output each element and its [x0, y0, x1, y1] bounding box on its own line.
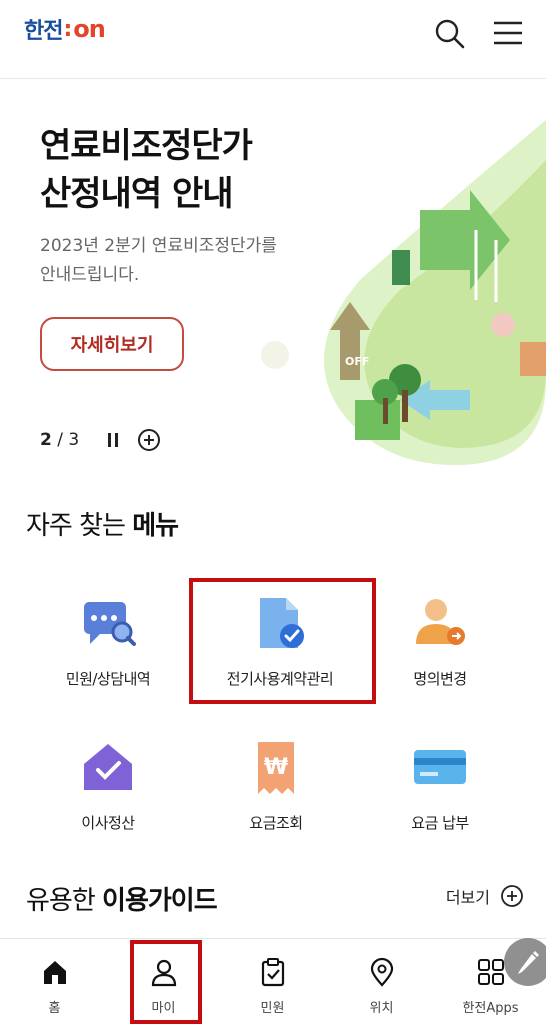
pause-icon[interactable]	[103, 430, 123, 450]
banner-desc-line2: 안내드립니다.	[40, 265, 140, 285]
banner-description: 2023년 2분기 연료비조정단가를 안내드립니다.	[40, 232, 320, 290]
illustration-off-text: OFF	[345, 355, 370, 368]
pencil-icon	[518, 951, 539, 974]
pager-separator: /	[51, 430, 69, 450]
banner-title-line2: 산정내역 안내	[40, 174, 234, 214]
menu-item-move-settlement[interactable]: 이사정산	[18, 738, 198, 858]
menu-label-bill-payment: 요금 납부	[411, 814, 469, 832]
home-icon	[44, 961, 66, 984]
guide-title-normal: 유용한	[26, 886, 103, 916]
menu-label-move-settlement: 이사정산	[81, 814, 135, 832]
frequent-menu-title-bold: 메뉴	[132, 511, 179, 541]
highlight-tab-my	[130, 940, 202, 1024]
menu-item-bill-inquiry[interactable]: ₩ 요금조회	[186, 738, 366, 858]
more-label: 더보기	[445, 888, 490, 907]
frequent-menu-title-normal: 자주 찾는	[26, 511, 133, 541]
highlight-contract-management	[189, 578, 376, 704]
person-change-icon	[416, 599, 465, 645]
location-pin-icon	[370, 957, 394, 987]
menu-item-bill-payment[interactable]: 요금 납부	[350, 738, 530, 858]
tab-label-location: 위치	[369, 1001, 394, 1016]
banner-desc-line1: 2023년 2분기 연료비조정단가를	[40, 236, 277, 256]
kepco-on-logo[interactable]: 한전 : on	[24, 12, 106, 46]
menu-item-complaint-history[interactable]: 민원/상담내역	[18, 594, 198, 714]
credit-card-icon	[414, 750, 466, 784]
logo-colon: :	[63, 16, 73, 42]
bottom-tab-bar: 홈 마이 민원 위치 한전Apps	[0, 938, 546, 1025]
guide-title: 유용한 이용가이드	[26, 880, 218, 917]
tab-label-complaint: 민원	[260, 1001, 285, 1016]
app-header: 한전 : on	[0, 0, 546, 79]
logo-on-text: on	[73, 15, 106, 43]
floating-edit-button[interactable]	[504, 938, 546, 986]
apps-grid-icon	[478, 959, 504, 985]
promo-banner[interactable]: 연료비조정단가 산정내역 안내 2023년 2분기 연료비조정단가를 안내드립니…	[0, 80, 546, 475]
frequent-menu-title: 자주 찾는 메뉴	[26, 505, 179, 542]
menu-label-name-change: 명의변경	[413, 670, 467, 688]
menu-button[interactable]	[488, 14, 528, 54]
hamburger-menu-icon	[494, 21, 522, 45]
banner-title: 연료비조정단가 산정내역 안내	[40, 122, 253, 218]
view-details-button[interactable]: 자세히보기	[40, 317, 184, 371]
banner-title-line1: 연료비조정단가	[40, 126, 253, 166]
tab-label-home: 홈	[48, 1001, 61, 1016]
menu-item-name-change[interactable]: 명의변경	[350, 594, 530, 714]
pager-total: 3	[68, 430, 80, 450]
won-receipt-icon: ₩	[258, 742, 294, 794]
svg-text:₩: ₩	[264, 755, 288, 780]
pager-indicator: 2 / 3	[40, 430, 79, 450]
banner-pager: 2 / 3	[40, 428, 161, 452]
guide-title-bold: 이용가이드	[102, 886, 218, 916]
tab-label-apps: 한전Apps	[462, 1001, 519, 1016]
plus-circle-icon[interactable]	[137, 428, 161, 452]
menu-label-complaint-history: 민원/상담내역	[65, 670, 151, 688]
search-button[interactable]	[430, 14, 470, 54]
pager-current: 2	[40, 430, 52, 450]
tab-home[interactable]: 홈	[0, 939, 109, 1025]
clipboard-check-icon	[261, 958, 285, 987]
tab-complaint[interactable]: 민원	[218, 939, 327, 1025]
menu-label-bill-inquiry: 요금조회	[249, 814, 303, 832]
more-link[interactable]: 더보기	[446, 884, 524, 908]
chat-search-icon	[84, 602, 136, 646]
logo-korean-text: 한전	[24, 19, 63, 44]
house-check-icon	[84, 744, 132, 790]
search-icon	[435, 19, 465, 49]
tab-location[interactable]: 위치	[327, 939, 436, 1025]
plus-circle-icon	[501, 885, 523, 907]
